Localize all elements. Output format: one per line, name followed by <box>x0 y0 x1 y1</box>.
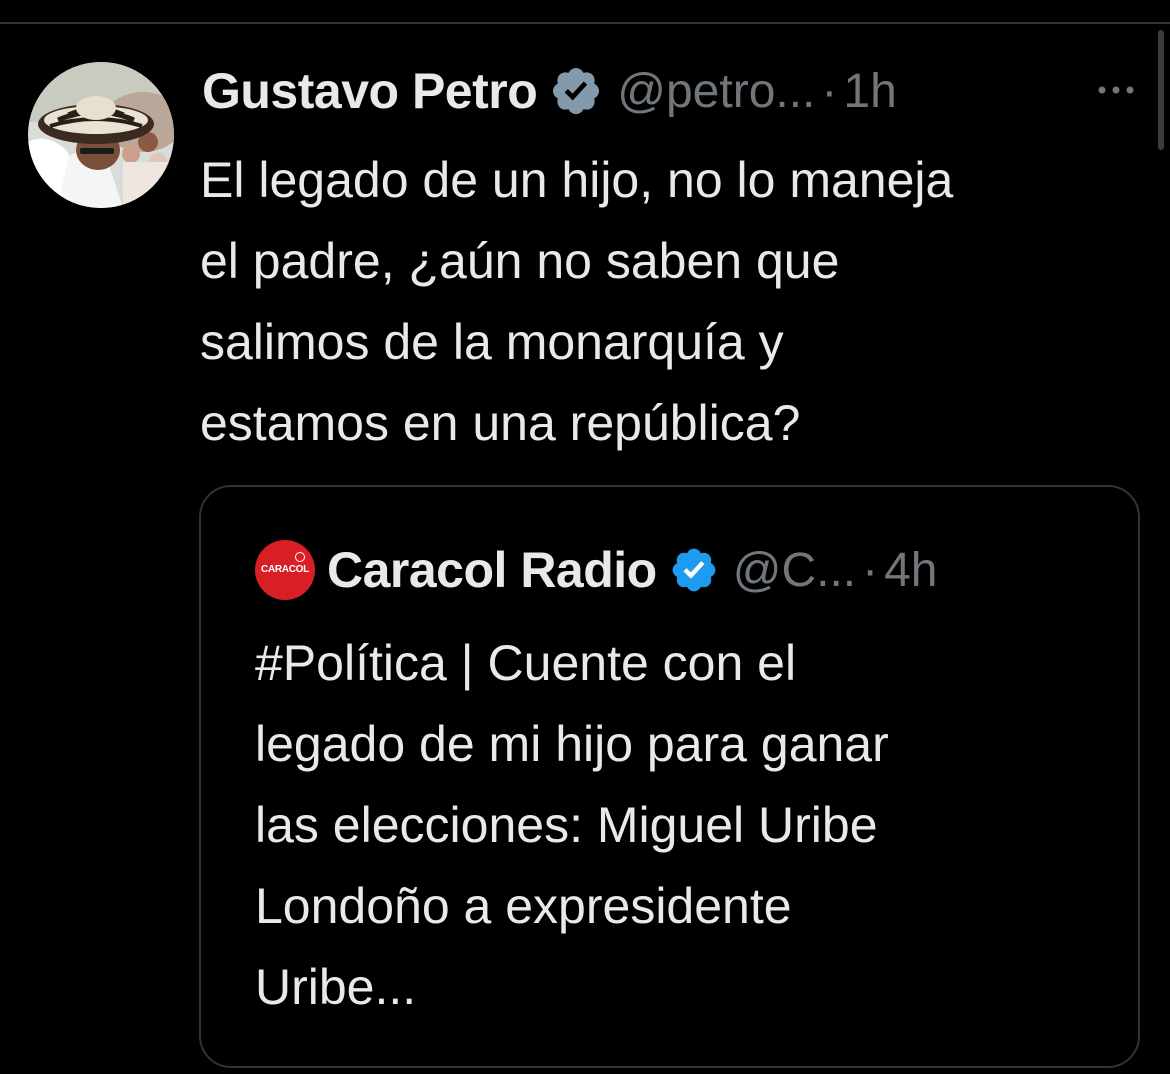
author-handle[interactable]: @petro... <box>617 64 815 119</box>
more-options-button[interactable] <box>1092 70 1140 110</box>
quote-tweet-card[interactable]: CARACOL Caracol Radio @C... · 4h #Políti… <box>199 485 1140 1068</box>
top-divider <box>0 22 1170 24</box>
quote-text: #Política | Cuente con el legado de mi h… <box>255 635 889 1015</box>
caracol-logo-avatar[interactable]: CARACOL <box>255 540 315 600</box>
tweet-text: El legado de un hijo, no lo maneja el pa… <box>200 152 954 451</box>
scrollbar[interactable] <box>1158 30 1164 150</box>
quote-header: CARACOL Caracol Radio @C... · 4h <box>255 537 938 603</box>
quote-author-handle[interactable]: @C... <box>733 543 856 598</box>
author-avatar[interactable] <box>28 62 174 208</box>
tweet-time[interactable]: 1h <box>843 64 896 119</box>
tweet-header: Gustavo Petro @petro... · 1h <box>202 58 897 124</box>
separator-dot: · <box>862 543 879 597</box>
verified-badge-icon[interactable] <box>549 64 603 118</box>
author-name[interactable]: Gustavo Petro <box>202 62 538 120</box>
more-horizontal-icon <box>1098 86 1134 94</box>
separator-dot: · <box>821 64 838 118</box>
verified-badge-icon[interactable] <box>669 545 719 595</box>
logo-ring-icon <box>295 552 305 562</box>
caracol-logo-text: CARACOL <box>261 564 309 575</box>
quote-author-name[interactable]: Caracol Radio <box>327 541 657 599</box>
quote-time[interactable]: 4h <box>884 543 937 598</box>
